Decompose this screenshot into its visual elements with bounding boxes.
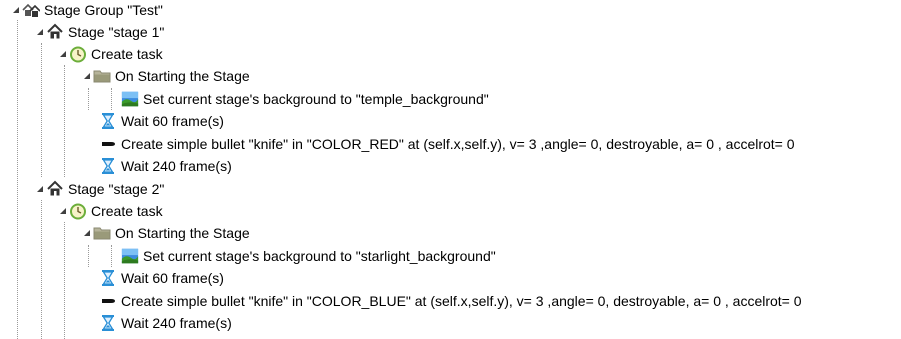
tree-node-wait[interactable]: Wait 240 frame(s) bbox=[99, 312, 232, 334]
node-label: Create task bbox=[91, 46, 163, 62]
tree-node-stage[interactable]: Stage "stage 1" bbox=[34, 21, 164, 43]
bullet-icon bbox=[99, 135, 117, 153]
node-label: On Starting the Stage bbox=[115, 225, 250, 241]
landscape-image-icon bbox=[121, 90, 139, 108]
collapse-arrow-icon[interactable] bbox=[81, 227, 93, 239]
tree-guide-line bbox=[17, 20, 18, 339]
tree-guide-line bbox=[88, 245, 89, 267]
node-label: Wait 240 frame(s) bbox=[121, 315, 232, 331]
node-label: Stage "stage 1" bbox=[68, 24, 165, 40]
tree-guide-line bbox=[111, 88, 112, 110]
node-label: Wait 60 frame(s) bbox=[121, 113, 224, 129]
hourglass-icon bbox=[99, 157, 117, 175]
node-label: Stage Group "Test" bbox=[44, 2, 163, 18]
landscape-image-icon bbox=[121, 247, 139, 265]
node-label: Create simple bullet "knife" in "COLOR_B… bbox=[121, 293, 802, 309]
tree-node-task[interactable]: Create task bbox=[57, 200, 163, 222]
tree-node-on-start[interactable]: On Starting the Stage bbox=[81, 65, 250, 87]
tree-guide-line bbox=[41, 43, 42, 177]
tree-node-task[interactable]: Create task bbox=[57, 43, 163, 65]
stage-group-icon bbox=[22, 1, 40, 19]
tree-node-stage-group[interactable]: Stage Group "Test" bbox=[10, 0, 163, 21]
tree-guide-line bbox=[111, 245, 112, 267]
collapse-arrow-icon[interactable] bbox=[10, 4, 22, 16]
folder-icon bbox=[93, 67, 111, 85]
tree-guide-line bbox=[64, 65, 65, 177]
tree-node-stage[interactable]: Stage "stage 2" bbox=[34, 178, 164, 200]
tree-guide-line bbox=[41, 200, 42, 339]
collapse-arrow-icon[interactable] bbox=[57, 205, 69, 217]
node-label: On Starting the Stage bbox=[115, 68, 250, 84]
collapse-arrow-icon[interactable] bbox=[81, 70, 93, 82]
bullet-icon bbox=[99, 292, 117, 310]
tree-node-wait[interactable]: Wait 240 frame(s) bbox=[99, 155, 232, 177]
node-label: Set current stage's background to "starl… bbox=[143, 248, 496, 264]
home-icon bbox=[46, 23, 64, 41]
clock-icon bbox=[69, 45, 87, 63]
collapse-arrow-icon[interactable] bbox=[57, 48, 69, 60]
node-label: Set current stage's background to "templ… bbox=[143, 91, 489, 107]
hourglass-icon bbox=[99, 314, 117, 332]
tree-node-set-background[interactable]: Set current stage's background to "templ… bbox=[121, 88, 489, 110]
clock-icon bbox=[69, 202, 87, 220]
node-label: Create simple bullet "knife" in "COLOR_R… bbox=[121, 136, 795, 152]
tree-node-create-bullet[interactable]: Create simple bullet "knife" in "COLOR_B… bbox=[99, 290, 802, 312]
tree-node-wait[interactable]: Wait 60 frame(s) bbox=[99, 110, 224, 132]
folder-icon bbox=[93, 224, 111, 242]
event-tree: Stage Group "Test" Stage "stage 1" Creat… bbox=[0, 0, 901, 339]
node-label: Wait 60 frame(s) bbox=[121, 270, 224, 286]
hourglass-icon bbox=[99, 269, 117, 287]
tree-node-on-start[interactable]: On Starting the Stage bbox=[81, 222, 250, 244]
tree-node-wait[interactable]: Wait 60 frame(s) bbox=[99, 267, 224, 289]
tree-guide-line bbox=[88, 88, 89, 110]
collapse-arrow-icon[interactable] bbox=[34, 26, 46, 38]
node-label: Stage "stage 2" bbox=[68, 181, 165, 197]
tree-guide-line bbox=[64, 222, 65, 339]
tree-node-set-background[interactable]: Set current stage's background to "starl… bbox=[121, 245, 496, 267]
hourglass-icon bbox=[99, 112, 117, 130]
tree-node-create-bullet[interactable]: Create simple bullet "knife" in "COLOR_R… bbox=[99, 133, 795, 155]
node-label: Create task bbox=[91, 203, 163, 219]
home-icon bbox=[46, 180, 64, 198]
collapse-arrow-icon[interactable] bbox=[34, 183, 46, 195]
node-label: Wait 240 frame(s) bbox=[121, 158, 232, 174]
